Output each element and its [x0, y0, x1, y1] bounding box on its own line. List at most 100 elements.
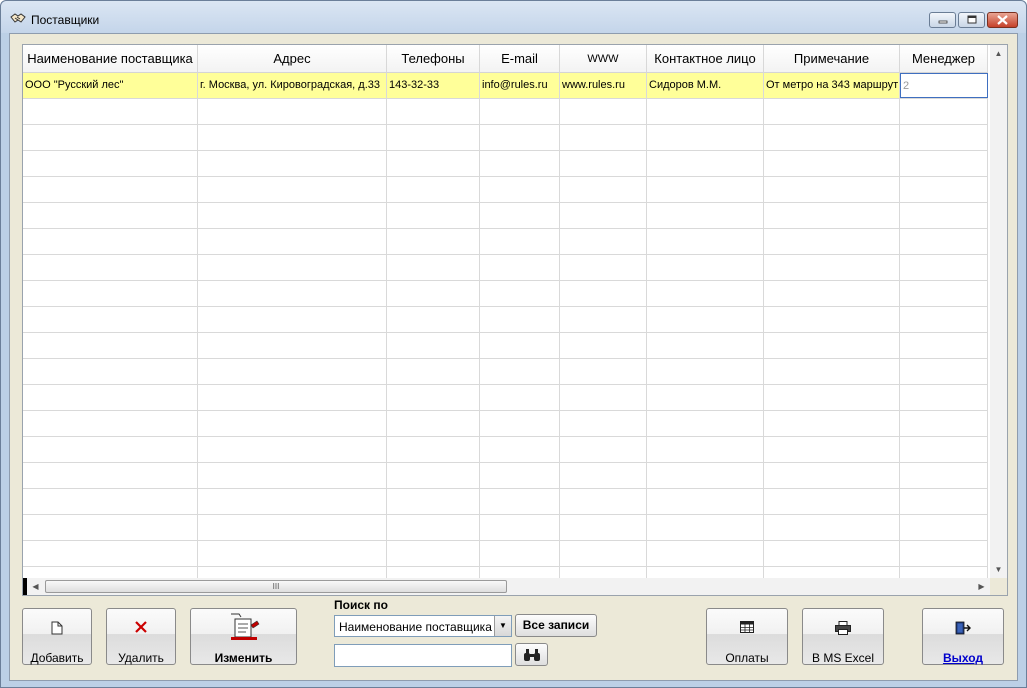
empty-cell[interactable] [647, 437, 764, 462]
empty-table-row[interactable] [23, 99, 988, 125]
empty-cell[interactable] [23, 411, 198, 436]
empty-table-row[interactable] [23, 307, 988, 333]
empty-cell[interactable] [900, 307, 988, 332]
empty-cell[interactable] [900, 177, 988, 202]
empty-cell[interactable] [764, 151, 900, 176]
empty-cell[interactable] [480, 99, 560, 124]
empty-cell[interactable] [387, 411, 480, 436]
delete-button[interactable]: Удалить [106, 608, 176, 665]
empty-cell[interactable] [647, 281, 764, 306]
empty-cell[interactable] [23, 385, 198, 410]
scroll-left-icon[interactable]: ◀ [27, 578, 44, 595]
empty-cell[interactable] [560, 515, 647, 540]
empty-cell[interactable] [480, 437, 560, 462]
cell-address[interactable]: г. Москва, ул. Кировоградская, д.33 [198, 73, 387, 98]
empty-cell[interactable] [560, 203, 647, 228]
column-header-email[interactable]: E-mail [480, 45, 560, 73]
column-header-manager[interactable]: Менеджер [900, 45, 988, 73]
empty-table-row[interactable] [23, 333, 988, 359]
empty-cell[interactable] [480, 489, 560, 514]
empty-cell[interactable] [198, 281, 387, 306]
empty-cell[interactable] [23, 307, 198, 332]
empty-cell[interactable] [560, 333, 647, 358]
empty-cell[interactable] [480, 463, 560, 488]
empty-cell[interactable] [560, 99, 647, 124]
empty-table-row[interactable] [23, 281, 988, 307]
empty-table-row[interactable] [23, 203, 988, 229]
empty-cell[interactable] [198, 463, 387, 488]
empty-table-row[interactable] [23, 125, 988, 151]
empty-table-row[interactable] [23, 437, 988, 463]
empty-cell[interactable] [198, 307, 387, 332]
empty-cell[interactable] [198, 229, 387, 254]
empty-table-row[interactable] [23, 359, 988, 385]
empty-cell[interactable] [764, 99, 900, 124]
empty-cell[interactable] [387, 333, 480, 358]
empty-cell[interactable] [900, 99, 988, 124]
empty-cell[interactable] [387, 541, 480, 566]
empty-cell[interactable] [560, 151, 647, 176]
empty-cell[interactable] [198, 99, 387, 124]
empty-cell[interactable] [480, 385, 560, 410]
empty-cell[interactable] [387, 99, 480, 124]
empty-table-row[interactable] [23, 177, 988, 203]
column-header-www[interactable]: WWW [560, 45, 647, 73]
empty-cell[interactable] [23, 203, 198, 228]
empty-cell[interactable] [647, 229, 764, 254]
find-button[interactable] [515, 643, 548, 666]
empty-cell[interactable] [560, 281, 647, 306]
empty-cell[interactable] [900, 541, 988, 566]
cell-name[interactable]: ООО "Русский лес" [23, 73, 198, 98]
empty-cell[interactable] [647, 151, 764, 176]
empty-cell[interactable] [480, 203, 560, 228]
empty-cell[interactable] [23, 177, 198, 202]
empty-cell[interactable] [480, 151, 560, 176]
empty-cell[interactable] [764, 203, 900, 228]
horizontal-scrollbar[interactable]: ◀ III ▶ [23, 578, 990, 595]
empty-cell[interactable] [387, 359, 480, 384]
empty-cell[interactable] [198, 125, 387, 150]
all-records-button[interactable]: Все записи [515, 614, 597, 637]
empty-cell[interactable] [387, 203, 480, 228]
edit-button[interactable]: Изменить [190, 608, 297, 665]
empty-cell[interactable] [23, 281, 198, 306]
empty-table-row[interactable] [23, 255, 988, 281]
empty-cell[interactable] [480, 229, 560, 254]
search-field-select[interactable]: Наименование поставщика ▼ [334, 615, 512, 637]
empty-table-row[interactable] [23, 151, 988, 177]
empty-cell[interactable] [647, 411, 764, 436]
empty-table-row[interactable] [23, 541, 988, 567]
empty-cell[interactable] [764, 411, 900, 436]
empty-cell[interactable] [387, 385, 480, 410]
empty-cell[interactable] [23, 151, 198, 176]
empty-cell[interactable] [23, 463, 198, 488]
empty-cell[interactable] [198, 255, 387, 280]
empty-table-row[interactable] [23, 463, 988, 489]
empty-cell[interactable] [764, 541, 900, 566]
dropdown-arrow-icon[interactable]: ▼ [494, 616, 511, 636]
empty-cell[interactable] [23, 541, 198, 566]
empty-cell[interactable] [23, 99, 198, 124]
empty-cell[interactable] [900, 151, 988, 176]
scroll-up-icon[interactable]: ▲ [990, 45, 1007, 62]
empty-cell[interactable] [900, 281, 988, 306]
empty-cell[interactable] [198, 515, 387, 540]
empty-cell[interactable] [764, 333, 900, 358]
empty-cell[interactable] [647, 99, 764, 124]
empty-cell[interactable] [647, 541, 764, 566]
empty-cell[interactable] [387, 229, 480, 254]
empty-cell[interactable] [23, 515, 198, 540]
cell-email[interactable]: info@rules.ru [480, 73, 560, 98]
empty-cell[interactable] [198, 541, 387, 566]
scroll-right-icon[interactable]: ▶ [973, 578, 990, 595]
close-button[interactable] [987, 12, 1018, 28]
empty-cell[interactable] [480, 359, 560, 384]
empty-cell[interactable] [387, 307, 480, 332]
empty-cell[interactable] [23, 333, 198, 358]
column-header-note[interactable]: Примечание [764, 45, 900, 73]
maximize-button[interactable] [958, 12, 985, 28]
empty-cell[interactable] [560, 411, 647, 436]
empty-cell[interactable] [560, 229, 647, 254]
empty-cell[interactable] [900, 359, 988, 384]
empty-cell[interactable] [387, 177, 480, 202]
